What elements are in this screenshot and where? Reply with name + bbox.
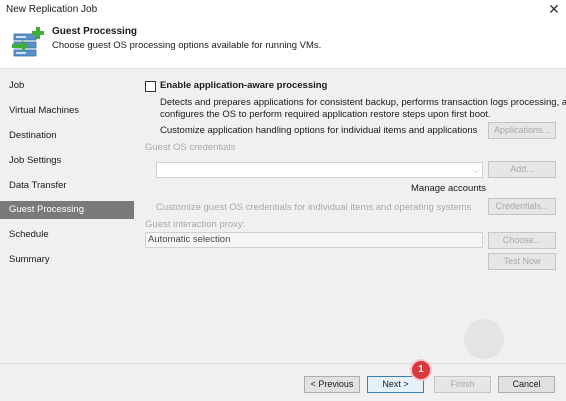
cancel-button[interactable]: Cancel: [498, 376, 555, 393]
credentials-customize-text: Customize guest OS credentials for indiv…: [156, 202, 472, 213]
watermark-logo: [464, 319, 504, 359]
sidebar-item-guest-processing[interactable]: Guest Processing: [0, 201, 134, 219]
guest-interaction-proxy-label: Guest interaction proxy:: [145, 219, 246, 230]
sidebar-item-job-settings[interactable]: Job Settings: [0, 152, 134, 170]
wizard-steps-sidebar: Job Virtual Machines Destination Job Set…: [0, 69, 134, 363]
app-handling-customize-text: Customize application handling options f…: [160, 125, 478, 136]
sidebar-item-data-transfer[interactable]: Data Transfer: [0, 177, 134, 195]
app-aware-description-line1: Detects and prepares applications for co…: [160, 97, 566, 108]
test-now-button[interactable]: Test Now: [488, 253, 556, 270]
wizard-header: Guest Processing Choose guest OS process…: [0, 20, 566, 69]
applications-button[interactable]: Applications...: [488, 122, 556, 139]
guest-os-credentials-label: Guest OS credentials: [145, 142, 236, 153]
guest-processing-panel: Enable application-aware processing Dete…: [134, 69, 566, 363]
wizard-footer: < Previous Next > Finish Cancel 1: [0, 361, 566, 401]
sidebar-item-summary[interactable]: Summary: [0, 251, 134, 269]
choose-proxy-button[interactable]: Choose...: [488, 232, 556, 249]
close-icon[interactable]: ✕: [546, 1, 562, 17]
app-aware-checkbox[interactable]: [145, 81, 156, 92]
page-title: Guest Processing: [52, 26, 138, 37]
server-add-icon: [12, 27, 44, 57]
sidebar-item-schedule[interactable]: Schedule: [0, 226, 134, 244]
app-aware-label[interactable]: Enable application-aware processing: [160, 80, 327, 91]
guest-os-credentials-dropdown[interactable]: ⌵: [156, 162, 483, 178]
chevron-down-icon: ⌵: [472, 165, 479, 175]
add-credentials-button[interactable]: Add...: [488, 161, 556, 178]
title-bar: New Replication Job ✕: [0, 0, 566, 20]
previous-button[interactable]: < Previous: [304, 376, 360, 393]
guest-interaction-proxy-field[interactable]: Automatic selection: [145, 232, 483, 248]
window-title: New Replication Job: [6, 4, 98, 15]
manage-accounts-link[interactable]: Manage accounts: [411, 183, 486, 194]
sidebar-item-destination[interactable]: Destination: [0, 127, 134, 145]
next-button[interactable]: Next >: [367, 376, 424, 393]
step-number-badge: 1: [412, 361, 430, 379]
app-aware-description-line2: configures the OS to perform required ap…: [160, 109, 491, 120]
sidebar-item-job[interactable]: Job: [0, 77, 134, 95]
finish-button[interactable]: Finish: [434, 376, 491, 393]
page-subtitle: Choose guest OS processing options avail…: [52, 40, 322, 51]
sidebar-item-virtual-machines[interactable]: Virtual Machines: [0, 102, 134, 120]
credentials-button[interactable]: Credentials...: [488, 198, 556, 215]
